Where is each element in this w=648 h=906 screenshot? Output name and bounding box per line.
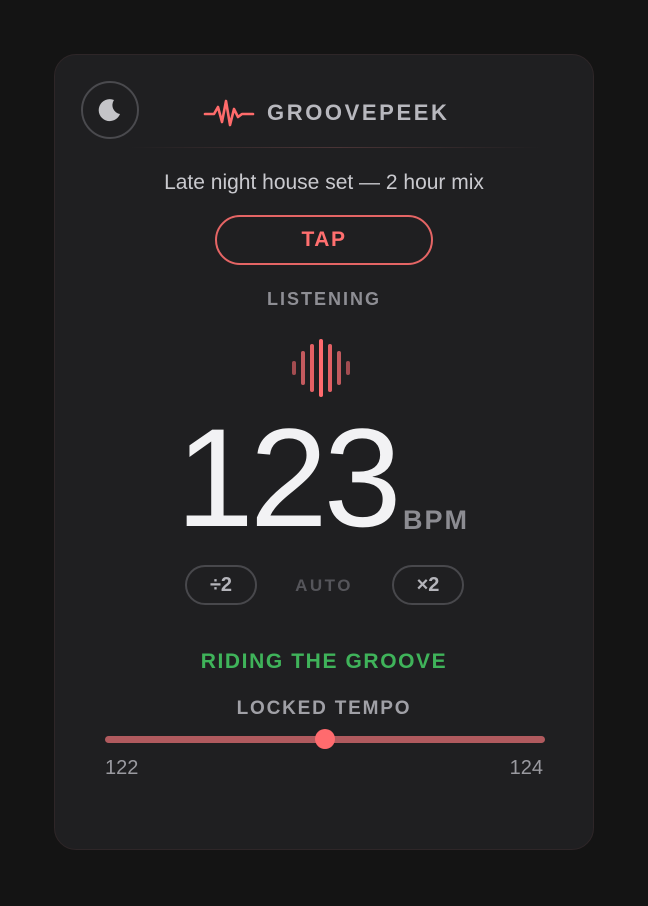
auto-mode-label: AUTO — [295, 576, 353, 595]
slider-thumb[interactable] — [315, 729, 335, 749]
groove-status: RIDING THE GROOVE — [200, 650, 448, 673]
track-title: Late night house set — 2 hour mix — [164, 171, 484, 194]
theme-toggle-button[interactable] — [81, 81, 139, 139]
locked-tempo-label: LOCKED TEMPO — [236, 698, 412, 719]
bpm-value: 123 — [176, 399, 402, 556]
bpm-display: 123 BPM — [55, 399, 593, 556]
bpm-unit: BPM — [403, 505, 469, 535]
tempo-slider[interactable] — [105, 729, 545, 751]
double-tempo-button[interactable]: ×2 — [392, 565, 464, 605]
range-max-label: 124 — [509, 757, 543, 779]
header-divider — [129, 147, 541, 148]
app-name: GROOVEPEEK — [267, 100, 450, 125]
waveform-pulse-icon — [203, 99, 255, 127]
status-label: LISTENING — [266, 289, 381, 309]
brand: GROOVEPEEK — [203, 93, 449, 133]
moon-icon — [98, 99, 120, 122]
tap-button[interactable]: TAP — [215, 215, 433, 265]
audio-level-icon — [292, 339, 350, 397]
range-min-label: 122 — [105, 757, 139, 779]
tempo-card: GROOVEPEEK Late night house set — 2 hour… — [54, 54, 594, 850]
